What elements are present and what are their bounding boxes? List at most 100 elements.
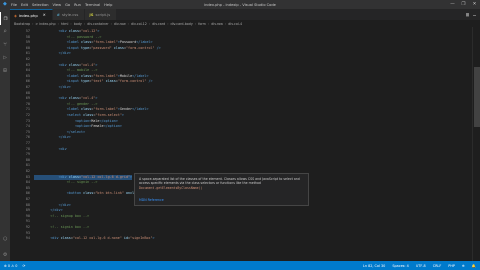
feedback-icon[interactable]: ⊕ [462,264,465,268]
code-line[interactable]: <div class="col-4"> [34,96,98,101]
code-line[interactable]: <select class="form-select"> [34,113,124,118]
code-editor[interactable]: 57 58 59 60 61 62 63 64 65 66 67 68 69 70 71 72 73 74 75 76… [10,27,472,261]
menu-item-go[interactable]: Go [65,3,70,7]
breadcrumb-separator-icon: › [32,21,34,26]
code-line[interactable]: <option>Female</option> [34,124,122,129]
code-line[interactable]: <label class="form-label">Mobile</label> [34,74,149,79]
language-mode[interactable]: PHP [448,264,455,268]
vertical-scrollbar[interactable] [472,27,480,261]
minimize-button[interactable]: — [447,0,458,9]
breadcrumb-separator-icon: › [127,21,129,26]
code-line[interactable]: </select> [34,130,85,135]
tab-label: script.js [95,12,111,17]
split-editor-icon[interactable]: ▥ [466,12,469,18]
js-file-icon: JS [89,12,94,17]
code-line[interactable]: <label class="form-label">Password</labe… [34,40,153,45]
code-line[interactable]: <div class="col-4"> [34,63,98,68]
code-line[interactable]: <!-- signup box --> [34,214,89,219]
code-line[interactable]: </div> [34,85,71,90]
code-line[interactable]: <!-- mobile --> [34,68,98,73]
close-icon[interactable]: ✕ [43,13,46,17]
sync-icon[interactable]: ⟳ [22,264,25,268]
breadcrumb: Bootstrap › > index.php › html › body › div.cont… [10,20,480,27]
breadcrumb-item[interactable]: div.row [211,22,223,26]
breadcrumb-item[interactable]: div.card-body [171,22,193,26]
maximize-button[interactable]: ❐ [458,0,469,9]
cursor-position[interactable]: Ln 82, Col 30 [363,264,385,268]
breadcrumb-item[interactable]: div.col-12 [131,22,147,26]
code-line[interactable]: </div> [34,208,62,213]
status-bar: ⊗ 0 ⚠ 0 ⟳ Ln 82, Col 30 Spaces: 4 UTF-8 … [0,261,480,270]
tab-script-js[interactable]: JS script.js [85,9,118,20]
code-line[interactable]: </div> [34,203,71,208]
code-area[interactable]: <div class="col-12"> <!-- password --> <… [34,27,472,261]
more-actions-icon[interactable]: … [473,12,476,18]
code-line[interactable]: <option>Male</option> [34,119,118,124]
code-line[interactable]: <!-- signin box --> [34,225,89,230]
menu-item-run[interactable]: Run [74,3,81,7]
code-line[interactable]: <!-- signin --> [34,180,98,185]
breadcrumb-item[interactable]: > index.php [35,22,55,26]
explorer-icon[interactable]: ❐ [0,12,10,25]
line-number: 74 [25,124,30,129]
breadcrumb-separator-icon: › [83,21,86,26]
code-line[interactable]: <div class="col-12"> [34,29,100,34]
line-number: 61 [25,51,30,56]
menu-item-edit[interactable]: Edit [21,3,28,7]
line-number-gutter: 57 58 59 60 61 62 63 64 65 66 67 68 69 70 71 72 73 74 75 76… [10,27,34,261]
source-control-icon[interactable]: ⑂ [0,38,10,51]
indentation[interactable]: Spaces: 4 [392,264,408,268]
accounts-icon[interactable]: ◯ [0,232,10,245]
line-number: 82 [25,169,30,173]
code-line[interactable]: <input type="text" class="form-control" … [34,79,153,84]
breadcrumb-item[interactable]: html [61,22,69,26]
gear-icon[interactable]: ⚙ [0,248,10,261]
menu-item-terminal[interactable]: Terminal [85,3,100,7]
breadcrumb-item[interactable]: body [74,22,82,26]
code-line[interactable]: </div> [34,51,71,56]
extensions-icon[interactable]: ⊞ [0,64,10,77]
run-debug-icon[interactable]: ▷ [0,51,10,64]
hover-tooltip: A space-separated list of the classes of… [134,173,309,206]
php-file-icon: ◈ [14,12,17,18]
line-ending[interactable]: CRLF [433,264,442,268]
line-number: 66 [25,79,30,84]
tab-index-php[interactable]: ◈ index.php ✕ [10,9,53,20]
code-line[interactable]: <div [34,147,67,152]
menu-item-file[interactable]: File [11,3,17,7]
vscode-logo-icon: ◆ [3,1,7,7]
breadcrumb-item[interactable]: Bootstrap [14,22,30,26]
breadcrumb-item[interactable]: div.container [87,22,108,26]
editor-actions: ▥ … [466,9,480,20]
line-number: 90 [25,213,30,218]
code-line[interactable]: <input type="password" class="form-contr… [34,46,161,51]
line-number: 64 [25,68,30,73]
close-window-button[interactable]: ✕ [469,0,480,9]
menu-item-help[interactable]: Help [104,3,112,7]
breadcrumb-item[interactable]: form [198,22,206,26]
code-line[interactable]: <!-- gender --> [34,102,98,107]
breadcrumb-item[interactable]: div.card [152,22,165,26]
notifications-icon[interactable]: 🔔 [472,264,476,268]
code-line[interactable]: <label class="form-label">Gender</label> [34,107,149,112]
code-line[interactable]: <div class="col-12 col-lg-6 d-grid"> [34,174,133,180]
tab-style-css[interactable]: # style.css [52,9,86,20]
menu-item-view[interactable]: View [53,3,62,7]
title-bar: ◆ File Edit Selection View Go Run Terminal Help… [0,0,480,9]
breadcrumb-item[interactable]: div.row [114,22,126,26]
encoding[interactable]: UTF-8 [416,264,426,268]
code-line[interactable]: <div class="col-12 col-lg-6 d-none" id="… [34,236,154,241]
search-icon[interactable]: ⌕ [0,25,10,38]
code-line[interactable]: </div> [34,135,71,140]
breadcrumb-item[interactable]: div.col-4 [228,22,242,26]
menu-item-selection[interactable]: Selection [32,3,49,7]
activity-bar: ❐ ⌕ ⑂ ▷ ⊞ ◯ ⚙ [0,9,10,261]
breadcrumb-separator-icon: › [167,21,169,26]
scrollbar-thumb[interactable] [474,67,480,127]
breadcrumb-separator-icon: › [110,21,112,26]
code-line[interactable]: <!-- password --> [34,35,102,40]
line-number: 79 [25,152,30,157]
problems-indicator[interactable]: ⊗ 0 ⚠ 0 [4,264,17,268]
mdn-reference-link[interactable]: MDN Reference [139,198,164,202]
line-number: 60 [25,45,30,50]
